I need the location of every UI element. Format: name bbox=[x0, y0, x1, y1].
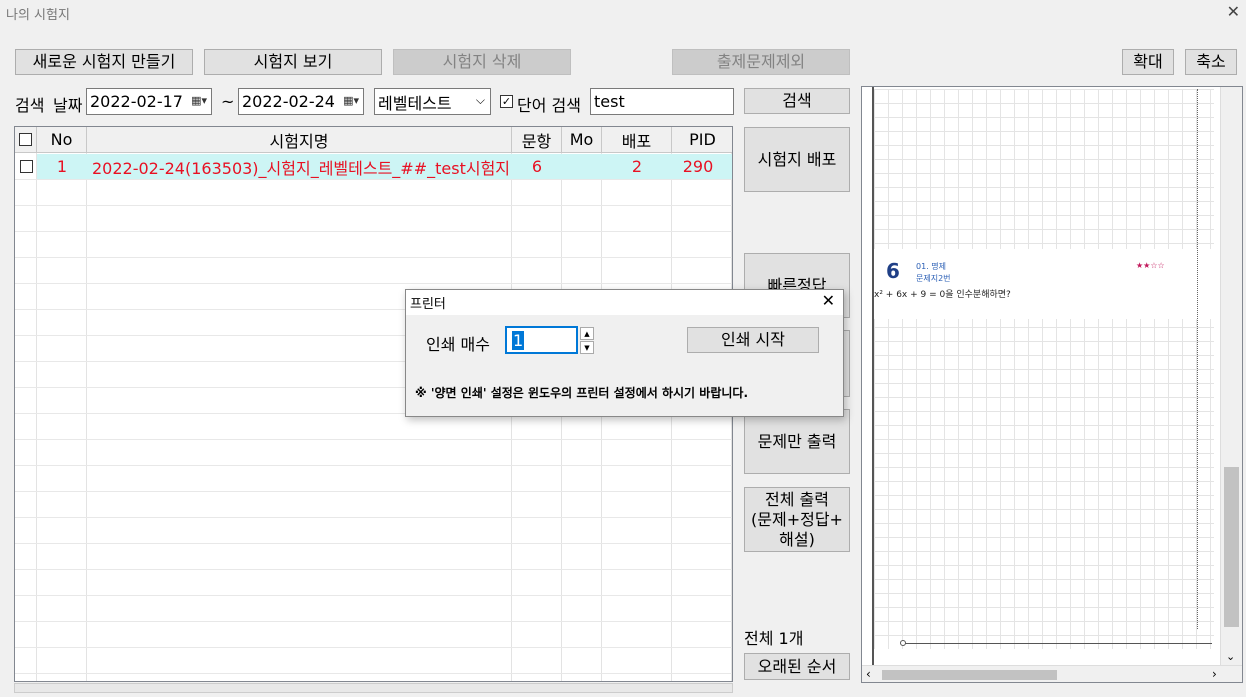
dialog-title: 프린터 bbox=[406, 290, 843, 315]
column-header-mo[interactable]: Mo bbox=[562, 127, 602, 153]
print-all-line3: 해설) bbox=[779, 529, 815, 549]
window-title: 나의 시험지 bbox=[6, 8, 70, 23]
vertical-scrollbar[interactable]: ⌄ bbox=[1220, 87, 1242, 667]
print-all-button[interactable]: 전체 출력 (문제+정답+ 해설) bbox=[744, 487, 850, 552]
dialog-close-icon[interactable]: ✕ bbox=[822, 291, 835, 310]
deploy-test-button[interactable]: 시험지 배포 bbox=[744, 127, 850, 192]
row-pid: 290 bbox=[682, 157, 714, 176]
date-to-picker[interactable]: 2022-02-24 ▦▾ bbox=[238, 88, 364, 115]
search-button[interactable]: 검색 bbox=[744, 88, 850, 114]
header-select-all[interactable] bbox=[15, 127, 37, 153]
search-label: 검색 bbox=[15, 96, 45, 115]
word-search-checkbox[interactable]: ✓ bbox=[500, 95, 513, 108]
chevron-down-icon: ⌵ bbox=[475, 93, 485, 107]
calendar-dropdown-icon[interactable]: ▦▾ bbox=[191, 94, 207, 107]
copies-label: 인쇄 매수 bbox=[426, 335, 490, 354]
print-problems-only-button[interactable]: 문제만 출력 bbox=[744, 409, 850, 474]
total-count: 전체 1개 bbox=[744, 629, 804, 648]
problem-question: x² + 6x + 9 = 0을 인수분해하면? bbox=[874, 290, 1011, 300]
scroll-right-icon[interactable]: › bbox=[1212, 667, 1217, 681]
problem-category: 01. 명제 bbox=[916, 262, 946, 271]
h-scrollbar-thumb[interactable] bbox=[882, 670, 1057, 680]
date-range-separator: ~ bbox=[221, 92, 235, 111]
scroll-down-icon[interactable]: ⌄ bbox=[1226, 650, 1235, 663]
date-from-picker[interactable]: 2022-02-17 ▦▾ bbox=[86, 88, 212, 115]
select-all-checkbox[interactable] bbox=[19, 133, 32, 146]
date-from-value: 2022-02-17 bbox=[90, 92, 183, 111]
level-select-value: 레벨테스트 bbox=[378, 93, 452, 113]
column-header-deploy[interactable]: 배포 bbox=[602, 127, 672, 153]
column-header-count[interactable]: 문항 bbox=[512, 127, 562, 153]
zoom-in-button[interactable]: 확대 bbox=[1122, 49, 1174, 75]
copies-value: 1 bbox=[512, 330, 525, 350]
row-checkbox[interactable] bbox=[20, 160, 33, 173]
scrollbar-thumb[interactable] bbox=[1224, 467, 1239, 627]
search-input[interactable]: test bbox=[590, 88, 734, 115]
problem-source: 문제지2번 bbox=[916, 274, 951, 283]
problem-number: 6 bbox=[886, 259, 900, 283]
view-test-button[interactable]: 시험지 보기 bbox=[204, 49, 382, 75]
difficulty-stars: ★★☆☆ bbox=[1136, 261, 1165, 270]
level-select[interactable]: 레벨테스트 ⌵ bbox=[374, 88, 491, 115]
start-print-button[interactable]: 인쇄 시작 bbox=[687, 327, 819, 353]
close-icon[interactable]: ✕ bbox=[1227, 2, 1240, 21]
preview-paper: 6 01. 명제 문제지2번 ★★☆☆ x² + 6x + 9 = 0을 인수분… bbox=[874, 89, 1214, 649]
preview-horizontal-scrollbar[interactable]: ‹ › bbox=[862, 665, 1242, 682]
copies-up-icon[interactable]: ▲ bbox=[580, 327, 594, 340]
column-header-name[interactable]: 시험지명 bbox=[87, 127, 512, 153]
copies-down-icon[interactable]: ▼ bbox=[580, 341, 594, 354]
sort-oldest-button[interactable]: 오래된 순서 bbox=[744, 653, 850, 680]
scroll-left-icon[interactable]: ‹ bbox=[866, 667, 871, 681]
exclude-problems-button[interactable]: 출제문제제외 bbox=[672, 49, 850, 75]
column-header-pid[interactable]: PID bbox=[672, 127, 732, 153]
column-header-no[interactable]: No bbox=[37, 127, 87, 153]
new-test-button[interactable]: 새로운 시험지 만들기 bbox=[15, 49, 193, 75]
print-all-line1: 전체 출력 bbox=[765, 489, 829, 509]
calendar-dropdown-icon[interactable]: ▦▾ bbox=[343, 94, 359, 107]
horizontal-scrollbar[interactable] bbox=[14, 683, 733, 693]
row-no: 1 bbox=[56, 157, 68, 176]
print-all-line2: (문제+정답+ bbox=[751, 509, 843, 529]
row-deploy: 2 bbox=[631, 157, 643, 176]
copies-input[interactable]: 1 bbox=[505, 326, 578, 354]
zoom-out-button[interactable]: 축소 bbox=[1185, 49, 1237, 75]
row-count: 6 bbox=[531, 157, 543, 176]
date-to-value: 2022-02-24 bbox=[242, 92, 335, 111]
row-name: 2022-02-24(163503)_시험지_레벨테스트_##_test시험지 bbox=[92, 158, 511, 178]
print-dialog[interactable]: 프린터 ✕ 인쇄 매수 1 ▲ ▼ 인쇄 시작 ※ '양면 인쇄' 설정은 윈도… bbox=[405, 289, 844, 417]
word-search-label: 단어 검색 bbox=[517, 96, 581, 115]
test-preview-pane[interactable]: 6 01. 명제 문제지2번 ★★☆☆ x² + 6x + 9 = 0을 인수분… bbox=[861, 86, 1243, 683]
date-label: 날짜 bbox=[53, 96, 83, 115]
duplex-notice: ※ '양면 인쇄' 설정은 윈도우의 프린터 설정에서 하시기 바랍니다. bbox=[415, 386, 748, 400]
row-mo bbox=[562, 154, 602, 179]
delete-test-button[interactable]: 시험지 삭제 bbox=[393, 49, 571, 75]
